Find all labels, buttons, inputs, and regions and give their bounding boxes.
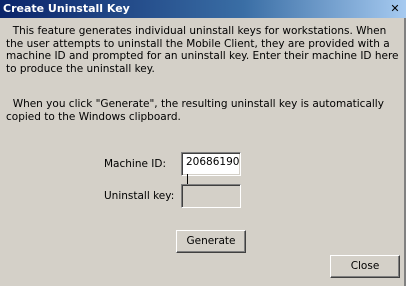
close-button[interactable]: Close [330, 255, 400, 278]
uninstall-key-field[interactable] [181, 184, 241, 208]
uninstall-key-label: Uninstall key: [104, 190, 175, 202]
machine-id-value: 20686190 [186, 156, 240, 168]
description-text-2: When you click "Generate", the resulting… [6, 98, 384, 123]
description-text-1: This feature generates individual uninst… [6, 25, 399, 75]
close-icon[interactable]: ✕ [390, 1, 400, 16]
machine-id-input[interactable]: 20686190 [181, 152, 241, 186]
create-uninstall-key-dialog: Create Uninstall Key ✕ This feature gene… [0, 0, 406, 286]
title-bar[interactable]: Create Uninstall Key ✕ [0, 0, 406, 18]
machine-id-label: Machine ID: [104, 158, 167, 170]
window-title: Create Uninstall Key [3, 2, 130, 15]
description-paragraph-2: When you click "Generate", the resulting… [6, 98, 402, 123]
generate-button[interactable]: Generate [176, 230, 246, 253]
description-paragraph-1: This feature generates individual uninst… [6, 25, 402, 75]
